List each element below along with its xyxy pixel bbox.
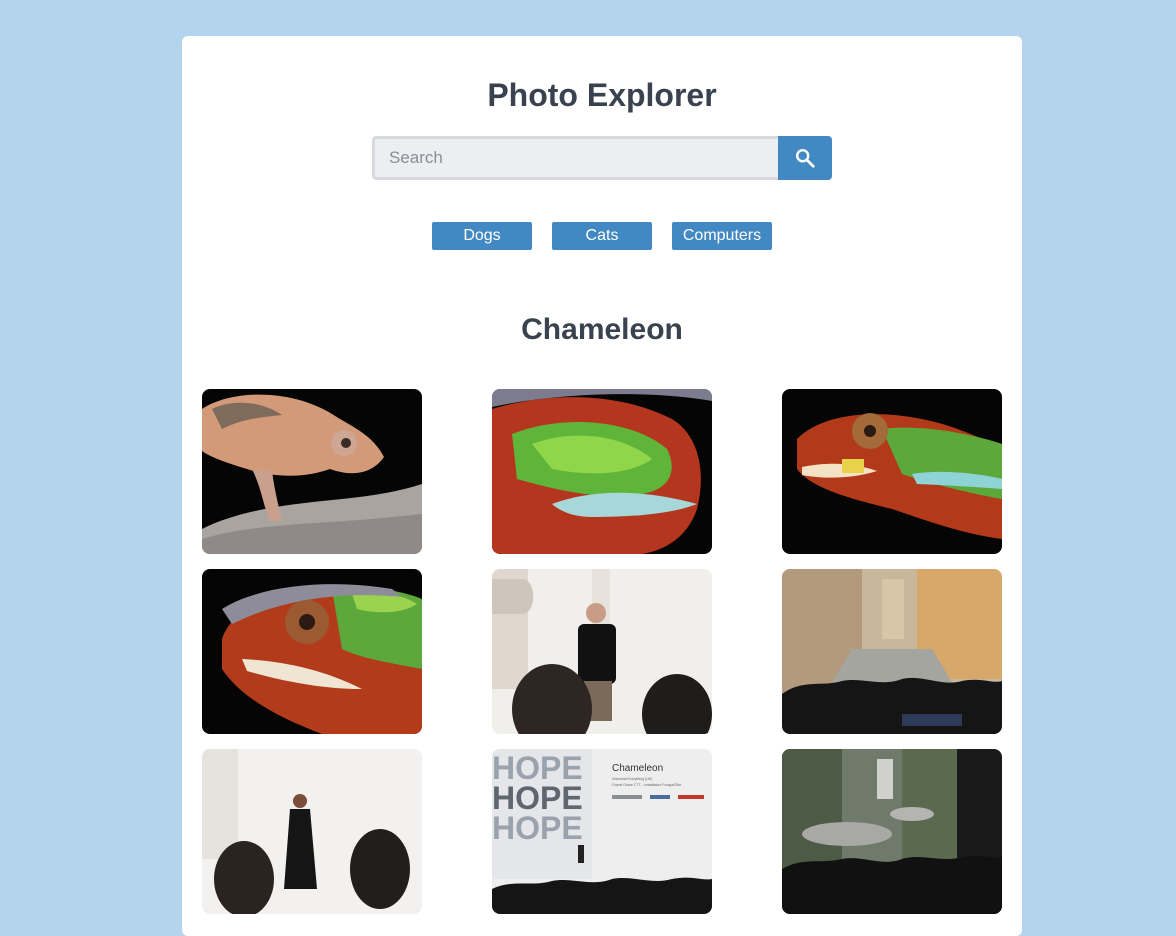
photo-woman-stage[interactable] bbox=[202, 749, 422, 914]
tag-cats-button[interactable]: Cats bbox=[552, 222, 652, 250]
page-title: Photo Explorer bbox=[487, 77, 717, 113]
tag-computers-button[interactable]: Computers bbox=[672, 222, 772, 250]
main-card: Photo Explorer Dogs Cats Computers Chame… bbox=[182, 36, 1022, 936]
search-icon bbox=[796, 149, 815, 168]
tag-dogs-button[interactable]: Dogs bbox=[432, 222, 532, 250]
stage-slide-line-2: Gravel Grace CTT – Installation Footgal/… bbox=[612, 783, 681, 787]
search-bar bbox=[372, 136, 832, 180]
photo-speaker-stage[interactable] bbox=[492, 569, 712, 734]
photo-chameleon-3[interactable] bbox=[782, 389, 1002, 554]
photo-chameleon-2[interactable] bbox=[492, 389, 712, 554]
photo-hope-stage[interactable]: HOPE HOPE HOPE Chameleon Universal Every… bbox=[492, 749, 712, 914]
hope-wall-text-3: HOPE bbox=[492, 810, 583, 846]
search-button[interactable] bbox=[778, 136, 832, 180]
photo-chameleon-4[interactable] bbox=[202, 569, 422, 734]
photo-audience-garden[interactable] bbox=[782, 749, 1002, 914]
tag-buttons: Dogs Cats Computers bbox=[182, 222, 1022, 250]
photo-chameleon-1[interactable] bbox=[202, 389, 422, 554]
stage-slide-title: Chameleon bbox=[612, 763, 663, 774]
search-input[interactable] bbox=[372, 136, 778, 180]
gallery-heading: Chameleon bbox=[521, 313, 683, 346]
stage-slide-line-1: Universal Everything (UK) bbox=[612, 777, 652, 781]
photo-audience-stairs[interactable] bbox=[782, 569, 1002, 734]
